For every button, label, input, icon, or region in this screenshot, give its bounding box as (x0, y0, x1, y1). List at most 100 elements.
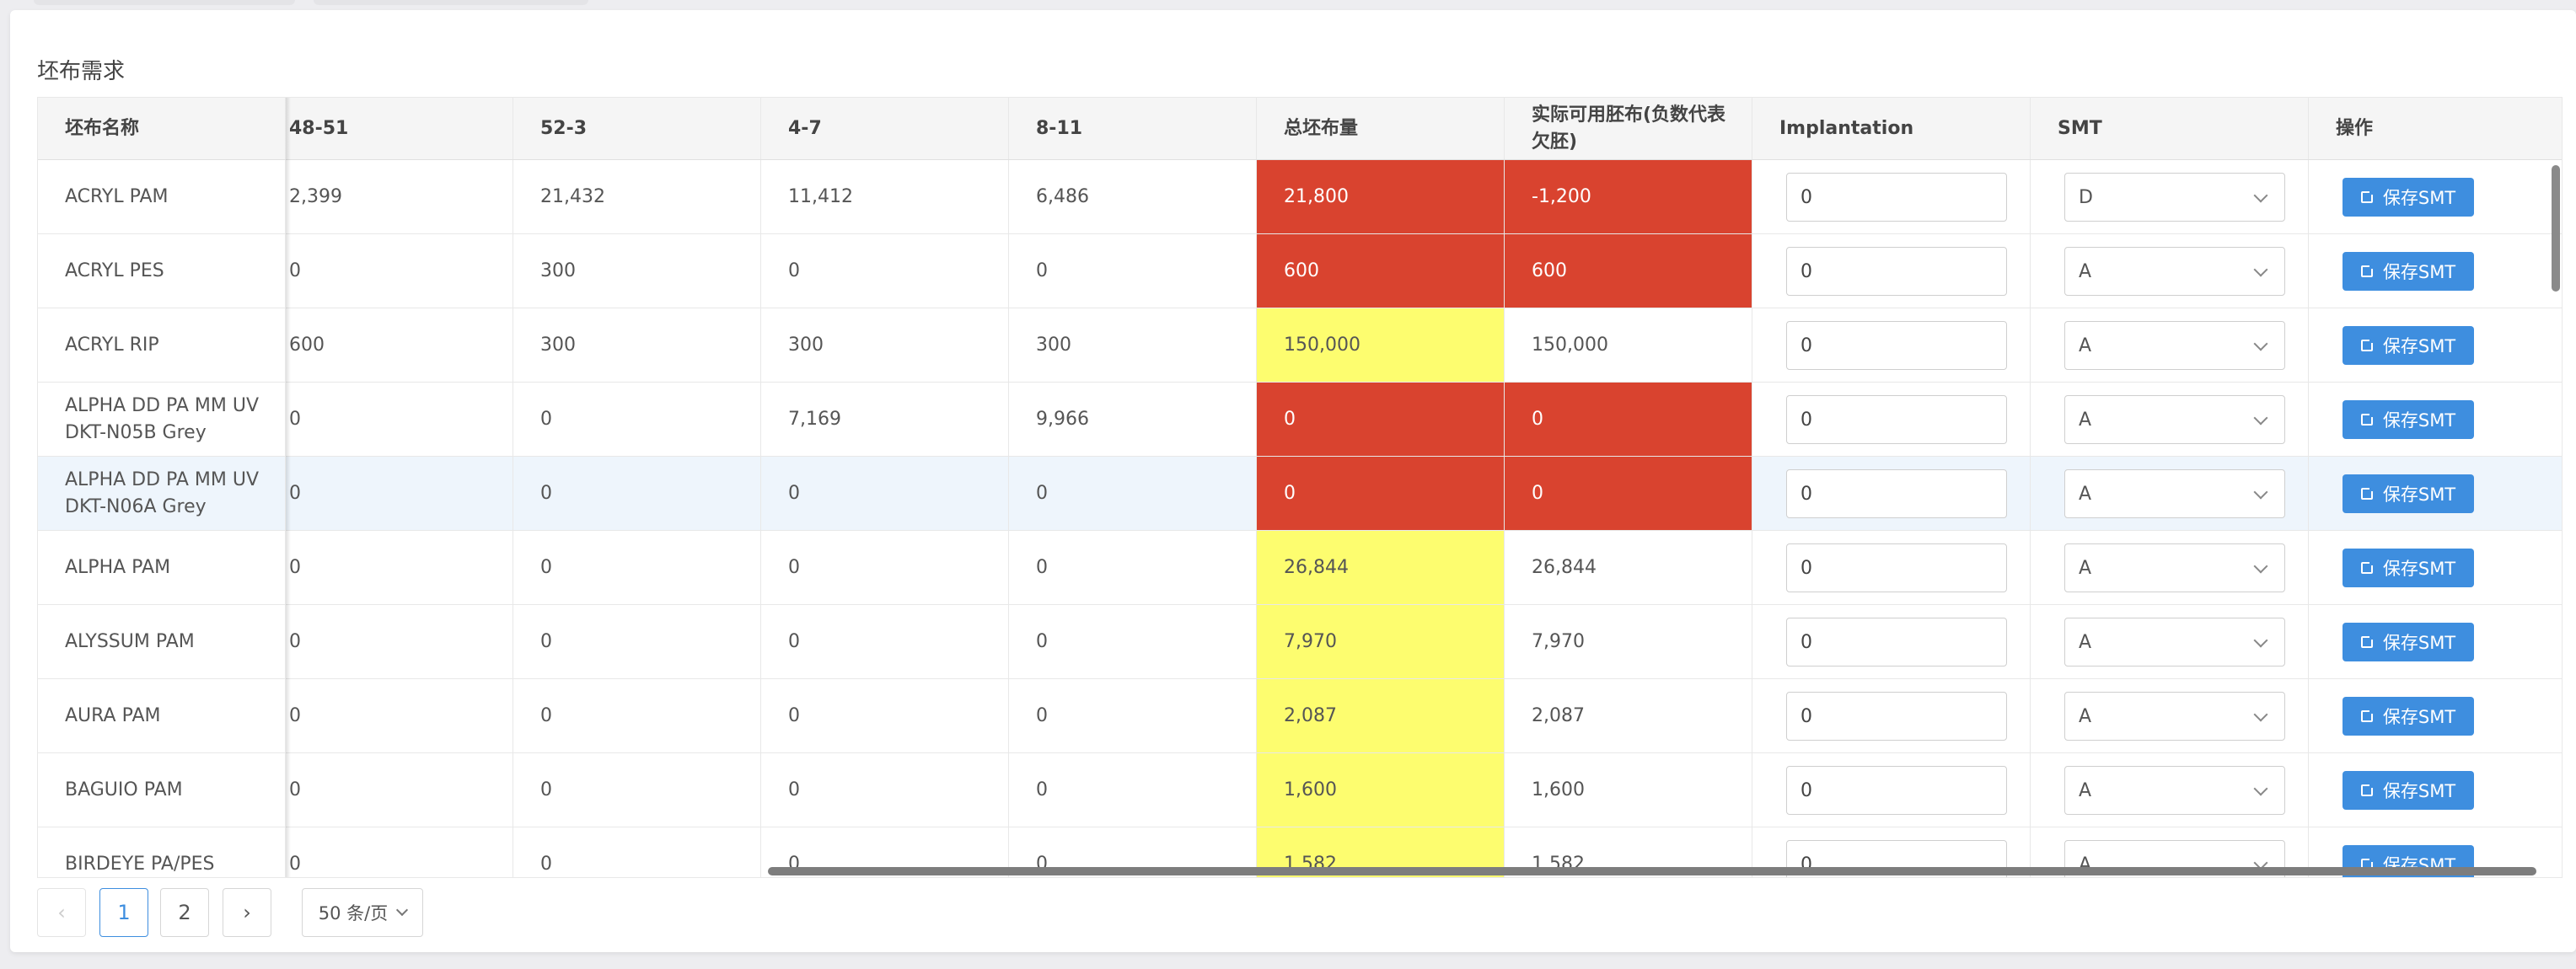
vertical-scrollbar[interactable] (2552, 165, 2560, 292)
smt-select[interactable]: A (2064, 692, 2285, 741)
save-smt-label: 保存SMT (2382, 781, 2456, 801)
fabric-name-cell: AURA PAM (38, 679, 286, 752)
edit-icon (2360, 709, 2375, 722)
save-smt-label: 保存SMT (2382, 188, 2456, 208)
total-fabric-cell: 21,800 (1257, 160, 1505, 233)
save-smt-button[interactable]: 保存SMT (2343, 178, 2474, 217)
table-row: ALPHA DD PA MM UV DKT-N05B Grey 0 0 7,169 9,… (38, 383, 2562, 457)
col-header-smt[interactable]: SMT (2031, 98, 2309, 159)
save-smt-button[interactable]: 保存SMT (2343, 623, 2474, 661)
implantation-input[interactable]: 0 (1786, 247, 2007, 296)
implantation-input[interactable]: 0 (1786, 766, 2007, 815)
col-header-available[interactable]: 实际可用胚布(负数代表欠胚) (1505, 98, 1752, 159)
week-48-51-cell: 0 (286, 679, 513, 752)
table-row: ALPHA DD PA MM UV DKT-N06A Grey 0 0 0 0 0 0 0 A 保… (38, 457, 2562, 531)
implantation-input[interactable]: 0 (1786, 618, 2007, 667)
save-smt-button[interactable]: 保存SMT (2343, 326, 2474, 365)
smt-select[interactable]: D (2064, 173, 2285, 222)
save-smt-label: 保存SMT (2382, 336, 2456, 356)
week-52-3-cell: 0 (513, 827, 761, 877)
page-size-select[interactable]: 50 条/页 (302, 888, 423, 937)
fabric-name-cell: BIRDEYE PA/PES (38, 827, 286, 877)
chevron-down-icon (396, 903, 409, 917)
table-row: ACRYL PAM 2,399 21,432 11,412 6,486 21,800 -1,… (38, 160, 2562, 234)
chevron-down-icon (2253, 336, 2268, 351)
week-4-7-cell: 11,412 (761, 160, 1009, 233)
smt-select[interactable]: A (2064, 618, 2285, 667)
implantation-input[interactable]: 0 (1786, 692, 2007, 741)
save-smt-button[interactable]: 保存SMT (2343, 474, 2474, 513)
page-1-button[interactable]: 1 (99, 888, 148, 937)
week-4-7-cell: 300 (761, 308, 1009, 382)
fabric-name-cell: BAGUIO PAM (38, 753, 286, 827)
implantation-input[interactable]: 0 (1786, 543, 2007, 592)
save-smt-button[interactable]: 保存SMT (2343, 697, 2474, 736)
edit-icon (2360, 264, 2375, 277)
week-48-51-cell: 0 (286, 531, 513, 604)
col-header-name[interactable]: 坯布名称 (38, 98, 286, 159)
total-fabric-cell: 7,970 (1257, 605, 1505, 678)
col-header-implantation[interactable]: Implantation (1752, 98, 2031, 159)
smt-select-value: D (2079, 186, 2093, 208)
edit-icon (2360, 338, 2375, 351)
week-52-3-cell: 21,432 (513, 160, 761, 233)
available-fabric-cell: 0 (1505, 383, 1752, 456)
smt-select[interactable]: A (2064, 543, 2285, 592)
smt-select[interactable]: A (2064, 469, 2285, 518)
week-48-51-cell: 0 (286, 234, 513, 308)
next-page-button[interactable]: › (223, 888, 271, 937)
save-smt-button[interactable]: 保存SMT (2343, 400, 2474, 439)
col-header-8-11[interactable]: 8-11 (1009, 98, 1257, 159)
fabric-name-cell: ACRYL RIP (38, 308, 286, 382)
week-8-11-cell: 0 (1009, 457, 1257, 530)
top-tab-2[interactable] (314, 0, 588, 5)
smt-select[interactable]: A (2064, 247, 2285, 296)
week-4-7-cell: 0 (761, 234, 1009, 308)
smt-select[interactable]: A (2064, 321, 2285, 370)
fabric-name-cell: ACRYL PAM (38, 160, 286, 233)
fabric-name-cell: ALPHA DD PA MM UV DKT-N06A Grey (38, 457, 286, 530)
implantation-input[interactable]: 0 (1786, 469, 2007, 518)
smt-select[interactable]: A (2064, 766, 2285, 815)
available-fabric-cell: 2,087 (1505, 679, 1752, 752)
fabric-demand-card: 坯布需求 坯布名称 48-51 52-3 4-7 8-11 总坯布量 实际可用胚… (10, 10, 2576, 952)
chevron-down-icon (2253, 410, 2268, 426)
col-header-total[interactable]: 总坯布量 (1257, 98, 1505, 159)
implantation-input[interactable]: 0 (1786, 321, 2007, 370)
total-fabric-cell: 26,844 (1257, 531, 1505, 604)
week-52-3-cell: 0 (513, 457, 761, 530)
smt-select-value: A (2079, 779, 2092, 801)
total-fabric-cell: 0 (1257, 383, 1505, 456)
smt-select-value: A (2079, 631, 2092, 653)
col-header-48-51[interactable]: 48-51 (286, 98, 513, 159)
save-smt-button[interactable]: 保存SMT (2343, 252, 2474, 291)
smt-select[interactable]: A (2064, 395, 2285, 444)
col-header-4-7[interactable]: 4-7 (761, 98, 1009, 159)
edit-icon (2360, 190, 2375, 203)
week-52-3-cell: 0 (513, 531, 761, 604)
week-52-3-cell: 300 (513, 308, 761, 382)
demand-table: 坯布名称 48-51 52-3 4-7 8-11 总坯布量 实际可用胚布(负数代… (37, 97, 2563, 878)
save-smt-button[interactable]: 保存SMT (2343, 549, 2474, 587)
edit-icon (2360, 634, 2375, 648)
save-smt-label: 保存SMT (2382, 633, 2456, 653)
edit-icon (2360, 486, 2375, 500)
implantation-input[interactable]: 0 (1786, 173, 2007, 222)
week-48-51-cell: 0 (286, 457, 513, 530)
week-4-7-cell: 7,169 (761, 383, 1009, 456)
save-smt-button[interactable]: 保存SMT (2343, 771, 2474, 810)
save-smt-label: 保存SMT (2382, 484, 2456, 505)
page-2-button[interactable]: 2 (160, 888, 209, 937)
col-header-action: 操作 (2336, 117, 2374, 139)
horizontal-scrollbar[interactable] (768, 867, 2536, 875)
table-row: ALYSSUM PAM 0 0 0 0 7,970 7,970 0 A 保存SMT (38, 605, 2562, 679)
smt-select-value: A (2079, 557, 2092, 579)
week-52-3-cell: 0 (513, 605, 761, 678)
top-tab-1[interactable] (34, 0, 295, 5)
col-header-52-3[interactable]: 52-3 (513, 98, 761, 159)
prev-page-button[interactable]: ‹ (37, 888, 86, 937)
implantation-input[interactable]: 0 (1786, 395, 2007, 444)
week-4-7-cell: 0 (761, 753, 1009, 827)
total-fabric-cell: 600 (1257, 234, 1505, 308)
week-52-3-cell: 0 (513, 679, 761, 752)
